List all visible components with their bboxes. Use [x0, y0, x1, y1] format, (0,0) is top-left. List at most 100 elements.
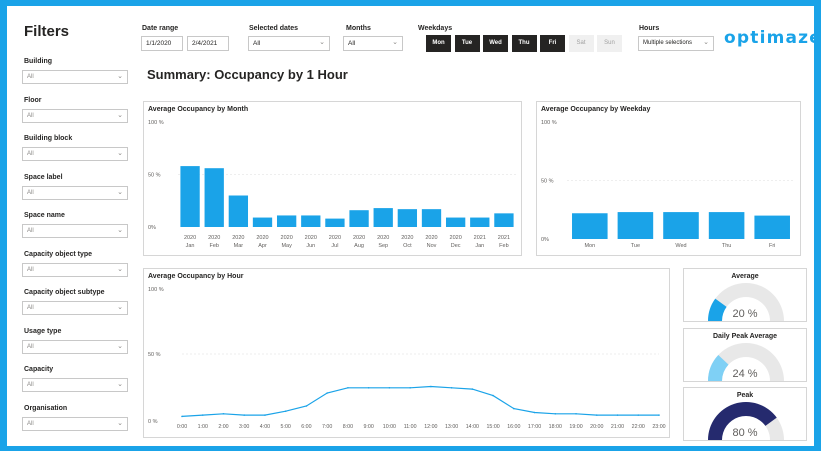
x-tick-year: 2020: [208, 235, 220, 241]
line-point[interactable]: [264, 414, 266, 416]
y-tick-label: 50 %: [148, 352, 161, 358]
weekday-button-fri[interactable]: Fri: [540, 35, 565, 52]
weekday-button-tue[interactable]: Tue: [454, 35, 480, 52]
x-tick-month: Mar: [234, 243, 244, 249]
x-tick-label: Wed: [675, 243, 686, 249]
filter-dropdown[interactable]: All ⌄: [22, 378, 128, 392]
month-bar[interactable]: [349, 210, 369, 227]
y-tick-label: 0%: [541, 237, 549, 243]
filter-dropdown[interactable]: All ⌄: [22, 185, 128, 200]
line-point[interactable]: [492, 394, 494, 397]
filter-dropdown[interactable]: All ⌄: [22, 416, 128, 431]
x-tick-label: 14:00: [466, 424, 479, 430]
line-point[interactable]: [513, 407, 515, 410]
x-tick-label: 6:00: [301, 424, 311, 430]
filter-dropdown[interactable]: All ⌄: [22, 262, 128, 277]
x-tick-month: Jan: [186, 243, 195, 249]
line-point[interactable]: [243, 414, 246, 416]
month-bar[interactable]: [445, 217, 466, 227]
date-end-input[interactable]: 2/4/2021: [187, 36, 229, 51]
line-point[interactable]: [347, 387, 349, 389]
line-point[interactable]: [616, 414, 619, 416]
filter-dropdown[interactable]: All ⌄: [22, 70, 128, 84]
month-bar[interactable]: [301, 215, 321, 227]
month-bar[interactable]: [397, 209, 418, 227]
weekday-bar[interactable]: [572, 213, 608, 239]
month-bar[interactable]: [421, 209, 442, 227]
line-point[interactable]: [409, 387, 411, 389]
month-bar[interactable]: [494, 213, 514, 227]
month-bar[interactable]: [470, 217, 490, 227]
weekday-button-sat[interactable]: Sat: [568, 35, 594, 52]
y-tick-label: 100 %: [148, 287, 164, 293]
line-point[interactable]: [430, 385, 432, 388]
y-tick-label: 0 %: [148, 419, 158, 425]
x-tick-month: Dec: [451, 243, 461, 249]
filter-value: All: [27, 420, 34, 427]
month-bar[interactable]: [228, 195, 249, 228]
line-point[interactable]: [305, 405, 308, 407]
filter-label: Capacity object type: [24, 250, 93, 258]
chevron-down-icon: ⌄: [117, 73, 123, 80]
x-tick-year: 2020: [377, 235, 389, 241]
line-point[interactable]: [388, 387, 391, 389]
hours-dropdown[interactable]: Multiple selections ⌄: [638, 36, 714, 51]
hour-line-chart: 100 % 50 % 0 % 0:00 1:00 2:00 3:00 4:00 5:00 6:00…: [148, 287, 666, 430]
x-tick-label: 20:00: [590, 424, 603, 430]
weekday-bar[interactable]: [663, 212, 699, 239]
weekday-button-wed[interactable]: Wed: [483, 35, 508, 52]
month-bar[interactable]: [180, 166, 200, 227]
filter-dropdown[interactable]: All ⌄: [22, 108, 128, 123]
weekday-bar[interactable]: [617, 212, 654, 239]
line-point[interactable]: [222, 413, 225, 415]
x-tick-month: Feb: [499, 243, 508, 249]
line-point[interactable]: [284, 410, 287, 412]
months-dropdown[interactable]: All ⌄: [343, 36, 403, 51]
line-point[interactable]: [367, 387, 370, 389]
line-point[interactable]: [533, 411, 536, 414]
month-bar[interactable]: [373, 208, 393, 227]
filter-label: Space name: [24, 212, 65, 219]
y-tick-label: 100 %: [148, 120, 164, 126]
line-point[interactable]: [181, 415, 183, 418]
x-tick-month: May: [281, 243, 292, 249]
month-bar[interactable]: [204, 168, 224, 227]
month-bar[interactable]: [325, 218, 345, 227]
weekday-button-mon[interactable]: Mon: [426, 35, 451, 52]
hours-label: Hours: [639, 25, 660, 32]
line-point[interactable]: [595, 414, 598, 416]
selected-dates-dropdown[interactable]: All ⌄: [248, 36, 330, 51]
line-point[interactable]: [554, 413, 557, 415]
month-chart-card: Average Occupancy by Month 100 % 50 % 0% 20…: [143, 101, 522, 256]
filter-dropdown[interactable]: All ⌄: [22, 147, 128, 161]
line-point[interactable]: [326, 392, 328, 394]
chevron-down-icon: ⌄: [117, 150, 123, 157]
x-tick-label: 12:00: [424, 424, 437, 430]
x-tick-label: Mon: [584, 243, 595, 249]
x-tick-label: 7:00: [322, 424, 332, 430]
month-bar[interactable]: [252, 217, 273, 227]
weekday-bar[interactable]: [754, 215, 790, 239]
filter-label: Usage type: [24, 327, 62, 335]
month-bar[interactable]: [276, 215, 297, 227]
weekday-button-sun[interactable]: Sun: [597, 35, 622, 52]
x-tick-label: 8:00: [343, 424, 353, 430]
line-point[interactable]: [575, 413, 577, 415]
filter-dropdown[interactable]: All ⌄: [22, 301, 128, 315]
weekday-button-thu[interactable]: Thu: [511, 35, 537, 52]
date-start-input[interactable]: 1/1/2020: [141, 36, 183, 51]
filter-label: Space label: [24, 173, 63, 181]
line-point[interactable]: [201, 414, 204, 416]
weekday-bar[interactable]: [708, 212, 745, 239]
line-point[interactable]: [450, 387, 453, 389]
chevron-down-icon: ⌄: [117, 188, 123, 196]
filter-label: Capacity: [24, 366, 54, 373]
filter-dropdown[interactable]: All ⌄: [22, 339, 128, 354]
line-point[interactable]: [658, 414, 660, 416]
line-point[interactable]: [637, 414, 640, 416]
filter-dropdown[interactable]: All ⌄: [22, 224, 128, 238]
line-point[interactable]: [471, 388, 474, 390]
x-tick-month: Jan: [475, 243, 484, 249]
x-tick-year: 2020: [281, 235, 293, 241]
x-tick-month: Sep: [378, 243, 388, 249]
